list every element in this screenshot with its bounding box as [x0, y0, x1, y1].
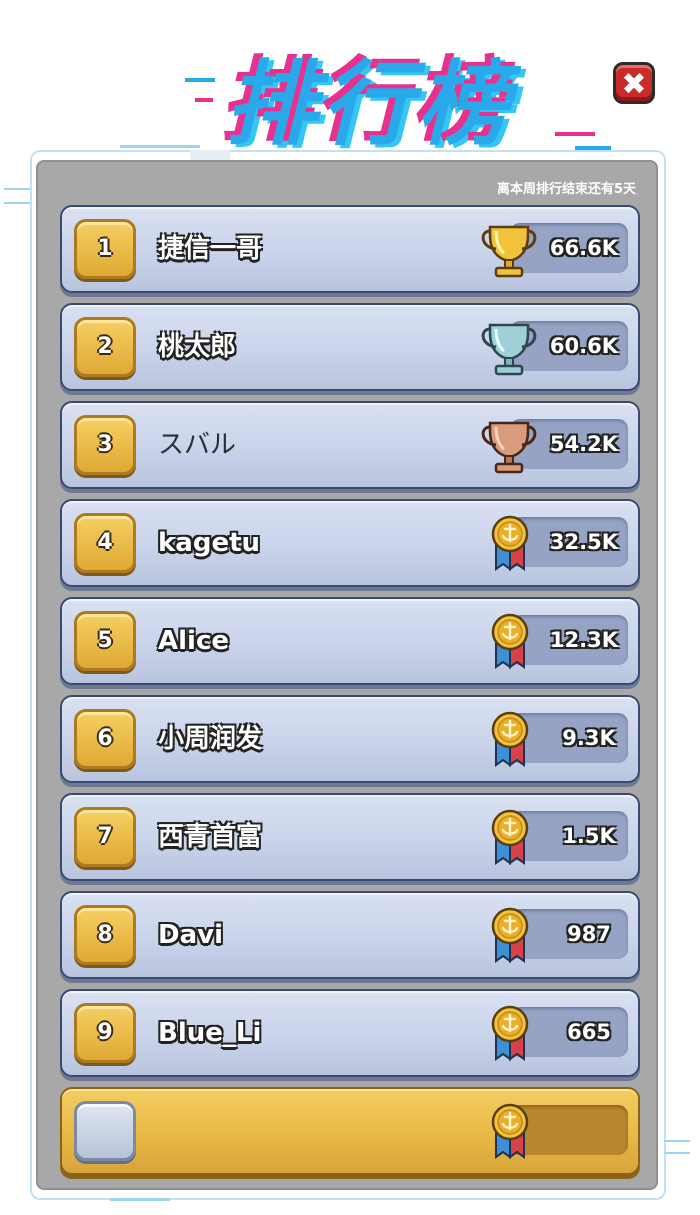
rank-badge: 4	[74, 513, 136, 573]
player-score: 54.2K	[549, 432, 618, 456]
player-score: 12.3K	[549, 628, 618, 652]
frame-deco-right	[664, 1152, 690, 1154]
page-title: 排行榜	[225, 51, 514, 158]
rank-badge: 6	[74, 709, 136, 769]
rank-badge: 1	[74, 219, 136, 279]
player-score: 60.6K	[549, 334, 618, 358]
title-banner: 排行榜	[185, 50, 615, 160]
player-name: Blue_Li	[158, 1018, 262, 1048]
rank-badge: 7	[74, 807, 136, 867]
leaderboard-row-8[interactable]: 8 Davi 987	[60, 891, 640, 979]
rank-badge	[74, 1101, 136, 1161]
player-name: kagetu	[158, 528, 261, 558]
leaderboard-row-7[interactable]: 7 西青首富 1.5K	[60, 793, 640, 881]
leaderboard-row-6[interactable]: 6 小周润发 9.3K	[60, 695, 640, 783]
frame-deco-top	[120, 145, 200, 148]
frame-deco-bottom	[110, 1198, 170, 1201]
leaderboard-row-9[interactable]: 9 Blue_Li 665	[60, 989, 640, 1077]
player-score: 987	[567, 922, 611, 946]
player-name: 西青首富	[158, 822, 263, 852]
player-name: Davi	[158, 920, 223, 950]
player-score: 9.3K	[562, 726, 616, 750]
leaderboard-row-5[interactable]: 5 Alice 12.3K	[60, 597, 640, 685]
player-score	[510, 1105, 628, 1155]
close-button[interactable]: ✖	[613, 62, 655, 104]
player-name: Alice	[158, 626, 229, 656]
player-name: 小周润发	[158, 724, 263, 754]
rank-badge: 9	[74, 1003, 136, 1063]
player-score: 32.5K	[549, 530, 618, 554]
player-score: 665	[567, 1020, 611, 1044]
my-rank-row[interactable]	[60, 1087, 640, 1175]
glitch-bar	[185, 78, 215, 82]
player-name: スバル	[158, 430, 237, 460]
frame-deco-left	[4, 202, 30, 204]
player-name: 捷信一哥	[158, 234, 263, 264]
countdown-text: 离本周排行结束还有5天	[496, 182, 636, 197]
glitch-bar	[195, 98, 213, 102]
player-score: 66.6K	[549, 236, 618, 260]
player-name: 桃太郎	[158, 332, 237, 362]
frame-deco-right	[664, 1140, 690, 1142]
leaderboard-row-3[interactable]: 3 スバル 54.2K	[60, 401, 640, 489]
rank-badge: 5	[74, 611, 136, 671]
rank-badge: 8	[74, 905, 136, 965]
player-score: 1.5K	[562, 824, 616, 848]
leaderboard-row-4[interactable]: 4 kagetu 32.5K	[60, 499, 640, 587]
leaderboard-row-2[interactable]: 2 桃太郎 60.6K	[60, 303, 640, 391]
frame-deco-top	[190, 150, 230, 160]
rank-badge: 3	[74, 415, 136, 475]
rank-badge: 2	[74, 317, 136, 377]
frame-deco-left	[4, 188, 30, 190]
leaderboard-row-1[interactable]: 1 捷信一哥 66.6K	[60, 205, 640, 293]
